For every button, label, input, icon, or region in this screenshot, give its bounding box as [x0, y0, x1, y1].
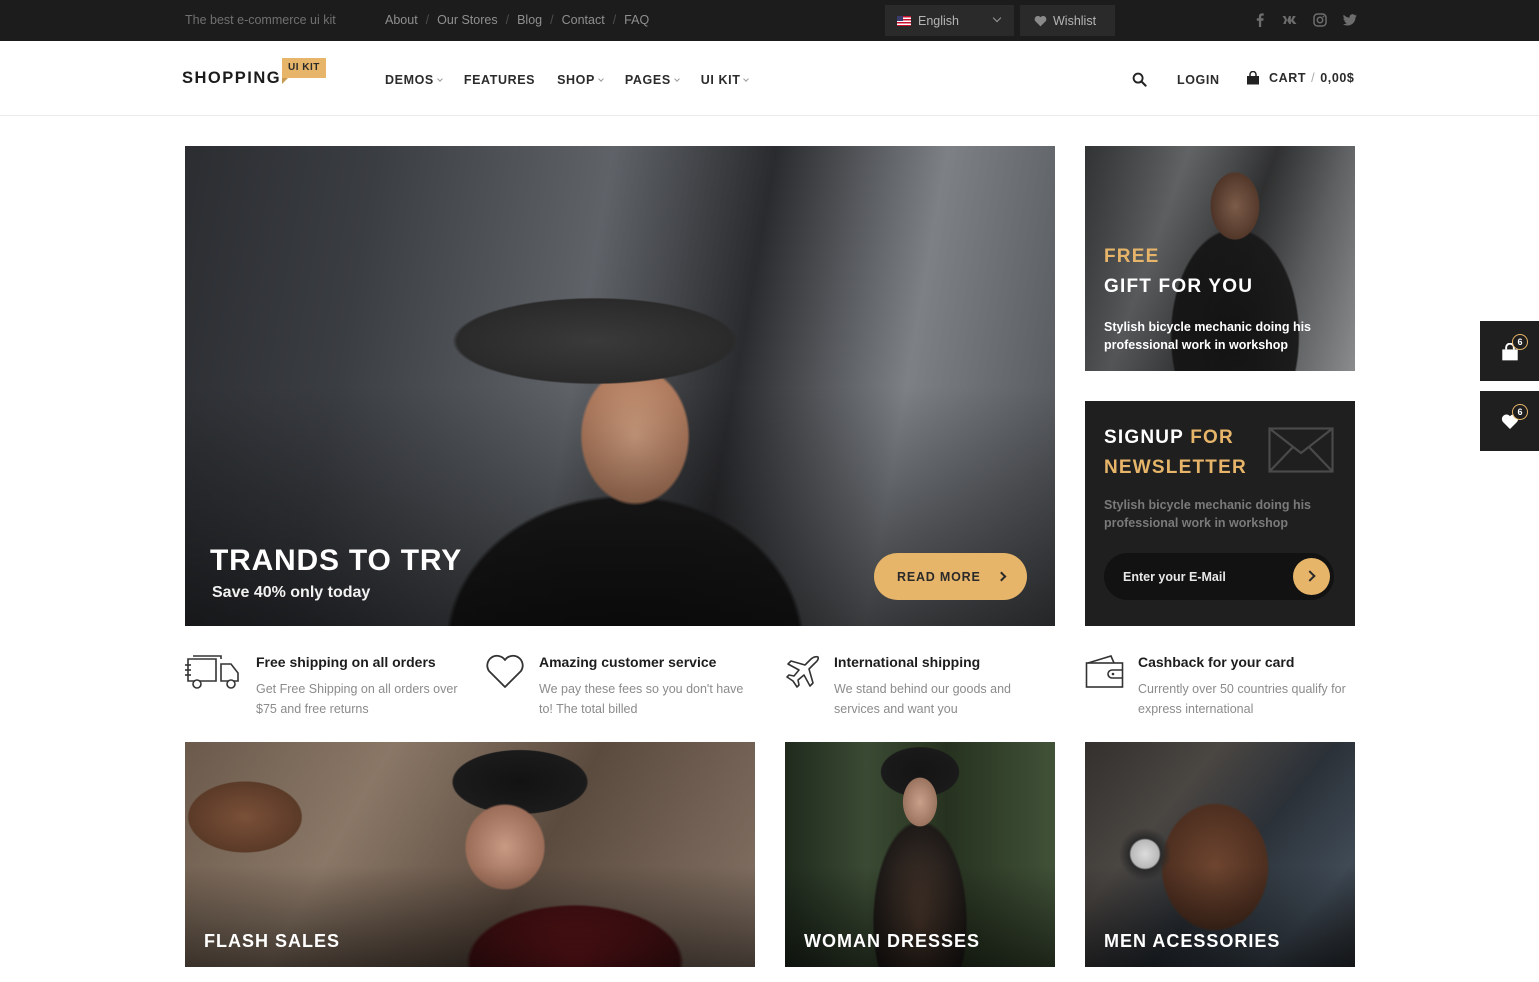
- nav-label: UI KIT: [700, 73, 741, 87]
- main-header: SHOPPING UI KIT DEMOS FEATURES SHOP PAGE…: [0, 41, 1539, 116]
- newsletter-title: SIGNUP FOR NEWSLETTER: [1104, 423, 1247, 483]
- feature-international-shipping: International shipping We stand behind o…: [785, 652, 1075, 722]
- floating-cart-button[interactable]: 6: [1480, 321, 1539, 381]
- category-men-accessories[interactable]: MEN ACESSORIES: [1085, 742, 1355, 967]
- cart-total: 0,00$: [1320, 71, 1355, 85]
- main-nav: DEMOS FEATURES SHOP PAGES UI KIT: [385, 73, 770, 87]
- feature-description: Get Free Shipping on all orders over $75…: [256, 682, 458, 716]
- search-icon: [1132, 72, 1147, 87]
- category-woman-dresses[interactable]: WOMAN DRESSES: [785, 742, 1055, 967]
- top-bar: The best e-commerce ui kit About / Our S…: [0, 0, 1539, 41]
- airplane-icon: [786, 655, 819, 688]
- social-links: [1252, 12, 1358, 28]
- login-link[interactable]: LOGIN: [1177, 73, 1220, 87]
- category-title: FLASH SALES: [204, 931, 341, 951]
- hero-banner[interactable]: TRANDS TO TRY Save 40% only today READ M…: [185, 146, 1055, 626]
- category-title: MEN ACESSORIES: [1104, 931, 1281, 951]
- chevron-down-icon: [992, 13, 1002, 23]
- gift-accent-title: FREE: [1104, 246, 1160, 267]
- link-separator: /: [612, 13, 617, 27]
- nav-label: PAGES: [624, 73, 671, 87]
- hero-title: TRANDS TO TRY: [210, 544, 463, 577]
- top-links: About / Our Stores / Blog / Contact / FA…: [385, 13, 649, 27]
- heart-icon: [486, 654, 524, 688]
- envelope-icon: [1268, 427, 1334, 473]
- read-more-button[interactable]: READ MORE: [874, 553, 1027, 600]
- link-separator: /: [505, 13, 510, 27]
- us-flag-icon: [897, 15, 911, 26]
- caret-down-icon: [598, 75, 604, 82]
- tagline: The best e-commerce ui kit: [185, 13, 336, 27]
- link-separator: /: [425, 13, 430, 27]
- subscribe-button[interactable]: [1293, 558, 1330, 595]
- top-link-contact[interactable]: Contact: [562, 13, 605, 27]
- top-link-about[interactable]: About: [385, 13, 418, 27]
- category-flash-sales[interactable]: FLASH SALES: [185, 742, 755, 967]
- wishlist-button[interactable]: Wishlist: [1020, 5, 1115, 36]
- heart-icon: [1034, 15, 1047, 26]
- logo-badge: UI KIT: [282, 58, 326, 84]
- newsletter-card: SIGNUP FOR NEWSLETTER Stylish bicycle me…: [1085, 401, 1355, 626]
- chevron-right-icon: [996, 571, 1007, 582]
- feature-cashback: Cashback for your card Currently over 50…: [1085, 652, 1375, 722]
- language-label: English: [918, 13, 959, 28]
- caret-down-icon: [743, 75, 750, 82]
- newsletter-title-accent: NEWSLETTER: [1104, 457, 1247, 478]
- cart-separator: /: [1311, 71, 1316, 85]
- nav-label: SHOP: [557, 73, 595, 87]
- cart-count-badge: 6: [1512, 334, 1528, 350]
- wishlist-count-badge: 6: [1512, 404, 1528, 420]
- top-link-our-stores[interactable]: Our Stores: [437, 13, 497, 27]
- top-link-blog[interactable]: Blog: [517, 13, 542, 27]
- wallet-icon: [1085, 655, 1124, 688]
- nav-label: DEMOS: [385, 73, 434, 87]
- feature-title: International shipping: [834, 654, 981, 670]
- nav-item-ui-kit[interactable]: UI KIT: [700, 73, 750, 87]
- feature-free-shipping: Free shipping on all orders Get Free Shi…: [185, 652, 475, 722]
- cart-label: CART: [1269, 71, 1307, 85]
- nav-label: FEATURES: [463, 73, 536, 87]
- shopping-bag-icon: [1247, 71, 1259, 85]
- feature-title: Cashback for your card: [1138, 654, 1295, 670]
- feature-description: We stand behind our goods and services a…: [834, 682, 1011, 716]
- twitter-icon[interactable]: [1342, 12, 1358, 28]
- feature-title: Amazing customer service: [539, 654, 717, 670]
- facebook-icon[interactable]: [1252, 12, 1268, 28]
- wishlist-label: Wishlist: [1053, 13, 1097, 28]
- site-logo[interactable]: SHOPPING: [182, 69, 281, 88]
- vk-icon[interactable]: [1282, 12, 1298, 28]
- gift-promo-card[interactable]: FREE GIFT FOR YOU Stylish bicycle mechan…: [1085, 146, 1355, 371]
- read-more-label: READ MORE: [897, 569, 981, 584]
- truck-icon: [185, 655, 239, 689]
- feature-customer-service: Amazing customer service We pay these fe…: [485, 652, 775, 722]
- newsletter-title-white: SIGNUP: [1104, 427, 1184, 448]
- hero-subtitle: Save 40% only today: [212, 584, 371, 601]
- newsletter-description: Stylish bicycle mechanic doing his profe…: [1104, 498, 1312, 530]
- instagram-icon[interactable]: [1312, 12, 1328, 28]
- search-button[interactable]: [1132, 72, 1147, 92]
- gift-description: Stylish bicycle mechanic doing his profe…: [1104, 320, 1312, 352]
- language-select[interactable]: English: [885, 5, 1014, 36]
- floating-wishlist-button[interactable]: 6: [1480, 391, 1539, 451]
- nav-item-shop[interactable]: SHOP: [557, 73, 604, 87]
- category-title: WOMAN DRESSES: [804, 931, 981, 951]
- link-separator: /: [550, 13, 554, 27]
- email-placeholder: Enter your E-Mail: [1123, 569, 1226, 584]
- feature-description: We pay these fees so you don't have to! …: [539, 682, 744, 716]
- feature-title: Free shipping on all orders: [256, 654, 436, 670]
- nav-item-pages[interactable]: PAGES: [624, 73, 680, 87]
- newsletter-title-accent: FOR: [1190, 427, 1234, 448]
- feature-description: Currently over 50 countries qualify for …: [1138, 682, 1346, 716]
- caret-down-icon: [437, 75, 443, 82]
- caret-down-icon: [673, 75, 680, 82]
- nav-item-demos[interactable]: DEMOS: [385, 73, 443, 87]
- gift-title: GIFT FOR YOU: [1104, 276, 1254, 297]
- email-input[interactable]: Enter your E-Mail: [1104, 553, 1334, 600]
- cart-link[interactable]: CART / 0,00$: [1246, 71, 1354, 85]
- nav-item-features[interactable]: FEATURES: [464, 73, 535, 87]
- top-link-faq[interactable]: FAQ: [624, 13, 649, 27]
